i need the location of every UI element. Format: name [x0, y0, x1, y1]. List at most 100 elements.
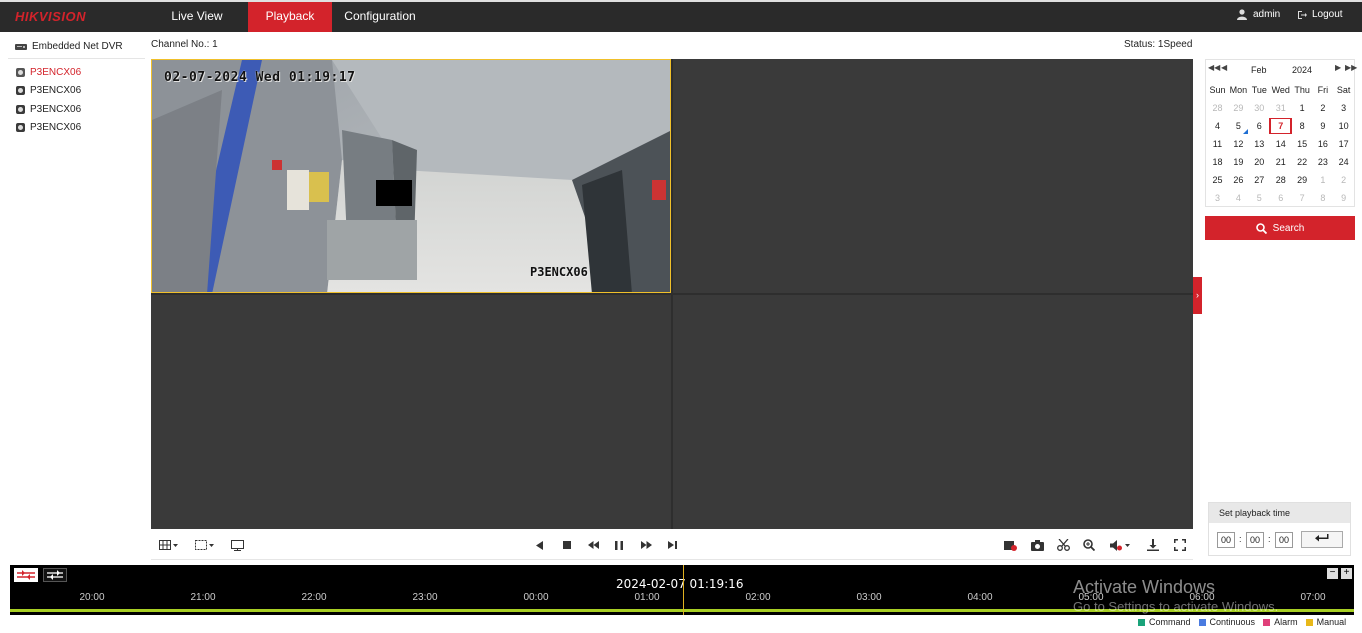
camera-item[interactable]: P3ENCX06	[16, 104, 81, 115]
calendar-day[interactable]: 3	[1207, 189, 1228, 207]
calendar-day[interactable]: 28	[1207, 99, 1228, 117]
calendar-day[interactable]: 29	[1292, 171, 1313, 189]
calendar-day[interactable]: 17	[1333, 135, 1354, 153]
camera-item[interactable]: P3ENCX06	[16, 85, 81, 96]
calendar-day[interactable]: 25	[1207, 171, 1228, 189]
window-split-button[interactable]	[155, 536, 183, 554]
calendar-day[interactable]: 14	[1270, 135, 1292, 153]
video-wall-button[interactable]	[229, 536, 245, 554]
calendar-day[interactable]: 15	[1292, 135, 1313, 153]
calendar-day[interactable]: 1	[1292, 99, 1313, 117]
calendar-day[interactable]: 9	[1333, 189, 1354, 207]
frame-step-button[interactable]	[664, 536, 680, 554]
digital-zoom-button[interactable]	[191, 536, 219, 554]
tab-live-view[interactable]: Live View	[152, 2, 242, 32]
timeline-hour-label: 02:00	[745, 592, 771, 603]
video-pane-1[interactable]: 02-07-2024 Wed 01:19:17 P3ENCX06	[151, 59, 671, 293]
calendar-day[interactable]: 6	[1249, 117, 1270, 135]
timeline-expand-button[interactable]	[43, 568, 67, 582]
calendar-day[interactable]: 12	[1228, 135, 1249, 153]
camera-item[interactable]: P3ENCX06	[16, 67, 81, 78]
apply-time-button[interactable]	[1301, 531, 1343, 548]
channel-number: Channel No.: 1	[151, 39, 218, 50]
fullscreen-button[interactable]	[1172, 536, 1188, 554]
device-node[interactable]: Embedded Net DVR	[15, 41, 123, 52]
video-pane-4[interactable]	[673, 295, 1193, 529]
minute-field[interactable]: 00	[1246, 532, 1264, 548]
calendar-day[interactable]: 24	[1333, 153, 1354, 171]
calendar-day[interactable]: 31	[1270, 99, 1292, 117]
calendar-day[interactable]: 3	[1333, 99, 1354, 117]
calendar-day[interactable]: 5	[1228, 117, 1249, 135]
legend-swatch	[1198, 618, 1206, 626]
hour-field[interactable]: 00	[1217, 532, 1235, 548]
reverse-play-button[interactable]	[532, 536, 548, 554]
divider	[8, 58, 145, 59]
brand-logo: HIKVISION	[15, 9, 86, 24]
playback-control-bar	[151, 530, 1193, 560]
fullscreen-icon	[1174, 539, 1186, 551]
prev-year-button[interactable]: ◀◀	[1208, 63, 1220, 72]
calendar-day[interactable]: 19	[1228, 153, 1249, 171]
calendar-day[interactable]: 1	[1313, 171, 1334, 189]
next-month-button[interactable]: ▶	[1335, 63, 1341, 72]
timeline-zoom-in-button[interactable]: +	[1341, 568, 1352, 579]
zoom-button[interactable]	[1081, 536, 1097, 554]
pause-button[interactable]	[611, 536, 627, 554]
calendar-day[interactable]: 5	[1249, 189, 1270, 207]
calendar-day[interactable]: 18	[1207, 153, 1228, 171]
user-menu[interactable]: admin	[1237, 9, 1280, 20]
calendar-day[interactable]: 23	[1313, 153, 1334, 171]
calendar-day[interactable]: 27	[1249, 171, 1270, 189]
timeline-hour-label: 00:00	[523, 592, 549, 603]
calendar-day[interactable]: 22	[1292, 153, 1313, 171]
calendar-day[interactable]: 6	[1270, 189, 1292, 207]
capture-button[interactable]	[1029, 536, 1045, 554]
download-button[interactable]	[1145, 536, 1161, 554]
tab-playback[interactable]: Playback	[248, 2, 332, 32]
calendar-day[interactable]: 4	[1207, 117, 1228, 135]
legend-item: Manual	[1305, 617, 1346, 627]
audio-button[interactable]	[1108, 536, 1134, 554]
calendar-day[interactable]: 26	[1228, 171, 1249, 189]
timeline-zoom-out-button[interactable]: −	[1327, 568, 1338, 579]
timeline-cursor[interactable]	[683, 565, 684, 615]
camera-item[interactable]: P3ENCX06	[16, 122, 81, 133]
calendar-day[interactable]: 13	[1249, 135, 1270, 153]
calendar-day[interactable]: 21	[1270, 153, 1292, 171]
expand-panel-handle[interactable]: ›	[1193, 277, 1202, 314]
video-pane-2[interactable]	[673, 59, 1193, 293]
prev-month-button[interactable]: ◀	[1221, 63, 1227, 72]
calendar-day[interactable]: 8	[1313, 189, 1334, 207]
fast-forward-button[interactable]	[638, 536, 654, 554]
calendar-day[interactable]: 2	[1313, 99, 1334, 117]
slow-forward-button[interactable]	[585, 536, 601, 554]
calendar-day[interactable]: 11	[1207, 135, 1228, 153]
tab-configuration[interactable]: Configuration	[336, 2, 424, 32]
clipping-button[interactable]	[1055, 536, 1071, 554]
search-button[interactable]: Search	[1205, 216, 1355, 240]
calendar-day[interactable]: 9	[1313, 117, 1334, 135]
weekday-label: Tue	[1251, 85, 1267, 95]
video-pane-3[interactable]	[151, 295, 671, 529]
stop-all-button[interactable]	[1002, 536, 1018, 554]
calendar-day[interactable]: 28	[1270, 171, 1292, 189]
stop-button[interactable]	[559, 536, 575, 554]
calendar-day[interactable]: 4	[1228, 189, 1249, 207]
camera-label: P3ENCX06	[30, 104, 82, 115]
calendar-day[interactable]: 29	[1228, 99, 1249, 117]
calendar-day[interactable]: 30	[1249, 99, 1270, 117]
next-year-button[interactable]: ▶▶	[1345, 63, 1357, 72]
calendar-day[interactable]: 2	[1333, 171, 1354, 189]
calendar-day[interactable]: 8	[1292, 117, 1313, 135]
calendar-day[interactable]: 10	[1333, 117, 1354, 135]
timeline-collapse-button[interactable]	[14, 568, 38, 582]
second-field[interactable]: 00	[1275, 532, 1293, 548]
calendar-day[interactable]: 16	[1313, 135, 1334, 153]
logout-button[interactable]: Logout	[1297, 9, 1343, 20]
calendar-day[interactable]: 20	[1249, 153, 1270, 171]
playback-timeline[interactable]: 2024-02-07 01:19:16 20:00 21:00 22:00 23:00…	[10, 565, 1354, 615]
calendar-day[interactable]: 7	[1292, 189, 1313, 207]
windows-watermark-title: Activate Windows	[1073, 577, 1216, 597]
calendar-day[interactable]: 7	[1268, 117, 1292, 135]
